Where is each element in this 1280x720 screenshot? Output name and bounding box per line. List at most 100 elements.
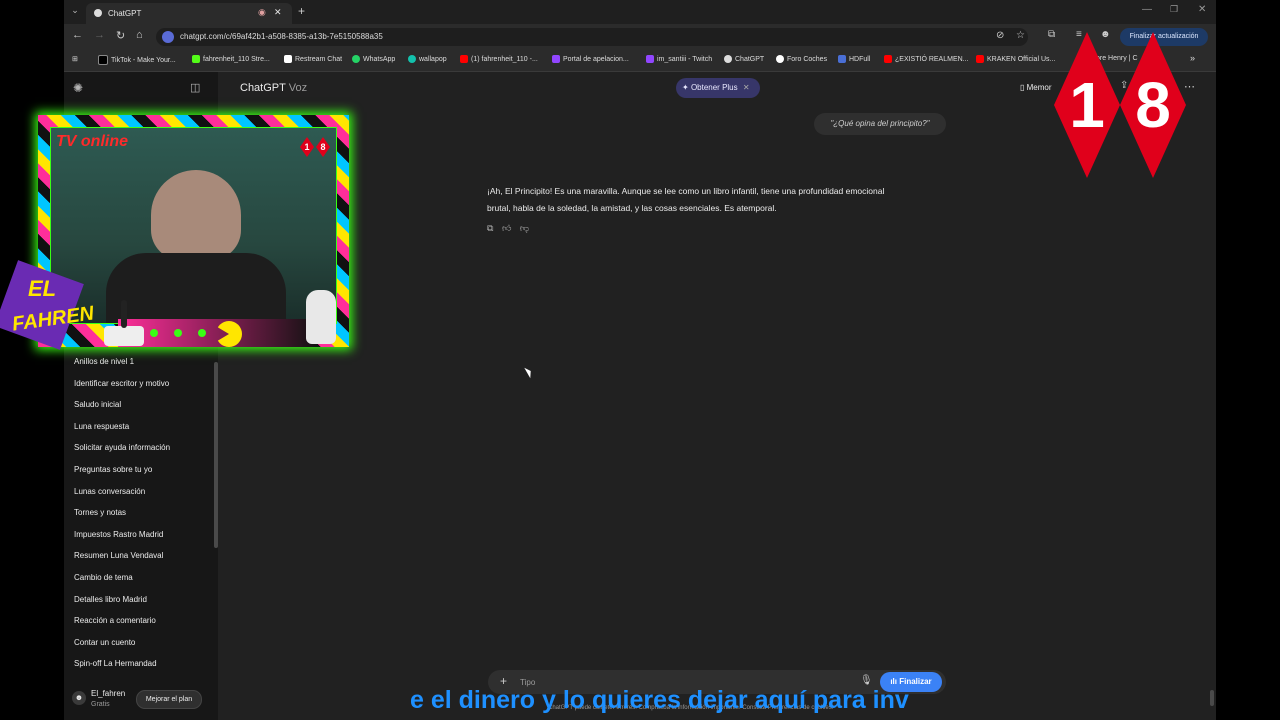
close-tab-icon[interactable]: ✕ — [274, 7, 282, 18]
sidebar-item[interactable]: Solicitar ayuda información — [74, 443, 170, 452]
model-title: ChatGPT — [240, 82, 286, 94]
bookmark-item[interactable]: HDFull — [838, 55, 870, 63]
eye-off-icon[interactable]: ⊘ — [996, 30, 1004, 41]
astronaut-icon — [306, 290, 336, 344]
pac-dot — [174, 329, 182, 337]
get-plus-label: Obtener Plus — [690, 83, 738, 92]
bookmark-item[interactable]: Portal de apelacion... — [552, 55, 629, 63]
user-message-bubble: "¿Qué opina del principito?" — [814, 113, 946, 135]
bookmark-item[interactable]: WhatsApp — [352, 55, 395, 63]
sparkle-icon: ✦ — [682, 83, 689, 92]
get-plus-button[interactable]: ✦ Obtener Plus ✕ — [676, 78, 760, 98]
reading-list-icon[interactable]: ≡ — [1076, 29, 1082, 40]
sidebar-item[interactable]: Identificar escritor y motivo — [74, 379, 169, 388]
extensions-icon[interactable]: ⧉ — [1048, 29, 1055, 40]
bookmark-item[interactable]: TikTok - Make Your... — [98, 55, 176, 65]
bookmark-star-icon[interactable]: ☆ — [1016, 30, 1025, 41]
bookmark-item[interactable]: (1) fahrenheit_110 -... — [460, 55, 538, 63]
toggle-sidebar-icon[interactable]: ◫ — [190, 81, 200, 94]
microphone-icon[interactable]: 🎙︎ — [860, 675, 873, 686]
chatgpt-icon — [724, 55, 732, 63]
joystick-base — [104, 326, 144, 346]
apps-grid-icon[interactable]: ⊞ — [72, 55, 78, 63]
memory-button[interactable]: ▯ Memor — [1020, 83, 1052, 92]
forward-icon[interactable]: → — [94, 29, 105, 41]
profile-icon[interactable]: ☻ — [1100, 29, 1111, 40]
restore-icon[interactable]: ❐ — [1170, 4, 1178, 15]
copy-icon[interactable]: ⧉ — [487, 223, 493, 233]
main-scrollbar[interactable] — [1210, 690, 1214, 706]
sidebar-item[interactable]: Anillos de nivel 1 — [74, 357, 134, 366]
pac-dot — [198, 329, 206, 337]
browser-tab-bar: ⌄ ChatGPT ◉ ✕ + — ❐ ✕ — [64, 0, 1216, 24]
bookmark-item[interactable]: wallapop — [408, 55, 447, 63]
update-button[interactable]: Finalizar actualización — [1120, 28, 1208, 46]
bookmark-item[interactable]: ¿EXISTIÓ REALMEN... — [884, 55, 969, 63]
assistant-message: ¡Ah, El Principito! Es una maravilla. Au… — [487, 183, 957, 217]
browser-toolbar: ← → ↻ ⌂ chatgpt.com/c/69af42b1-a508-8385… — [64, 24, 1216, 50]
bookmarks-bar: ⊞ TikTok - Make Your... fahrenheit_110 S… — [64, 50, 1216, 72]
bookmark-item[interactable]: Restream Chat — [284, 55, 342, 63]
voice-waves-icon: ılı — [890, 677, 897, 686]
back-icon[interactable]: ← — [72, 29, 83, 41]
bookmark-item[interactable]: fahrenheit_110 Stre... — [192, 55, 270, 63]
assistant-line: ¡Ah, El Principito! Es una maravilla. Au… — [487, 186, 885, 196]
recording-icon: ◉ — [258, 7, 266, 17]
browser-tab[interactable]: ChatGPT ◉ ✕ — [86, 3, 292, 24]
address-bar[interactable]: chatgpt.com/c/69af42b1-a508-8385-a13b-7e… — [156, 28, 1028, 46]
bookmark-item[interactable]: KRAKEN Official Us... — [976, 55, 1055, 63]
new-tab-icon[interactable]: + — [298, 4, 305, 18]
sidebar-item[interactable]: Contar un cuento — [74, 638, 135, 647]
more-bookmarks-icon[interactable]: » — [1190, 53, 1195, 63]
bookmark-item[interactable]: ChatGPT — [724, 55, 764, 63]
joystick-icon — [104, 300, 144, 350]
youtube-icon — [976, 55, 984, 63]
sidebar-item[interactable]: Saludo inicial — [74, 400, 121, 409]
whatsapp-icon — [352, 55, 360, 63]
el-fahren-logo: EL FAHREN — [0, 260, 100, 352]
avatar[interactable]: ☻ — [72, 691, 86, 705]
upgrade-plan-button[interactable]: Mejorar el plan — [136, 690, 202, 709]
reload-icon[interactable]: ↻ — [116, 29, 125, 42]
sidebar-item[interactable]: Detalles libro Madrid — [74, 595, 147, 604]
kick-icon — [192, 55, 200, 63]
minimize-icon[interactable]: — — [1142, 4, 1152, 15]
memory-label: Memor — [1026, 83, 1052, 92]
url-text: chatgpt.com/c/69af42b1-a508-8385-a13b-7e… — [180, 32, 383, 41]
model-selector[interactable]: ChatGPT Voz — [240, 82, 307, 94]
sidebar-item[interactable]: Resumen Luna Vendaval — [74, 551, 163, 560]
sidebar-item[interactable]: Luna respuesta — [74, 422, 129, 431]
end-voice-label: Finalizar — [899, 677, 932, 686]
sidebar-item[interactable]: Impuestos Rastro Madrid — [74, 530, 163, 539]
restream-icon — [284, 55, 292, 63]
site-info-icon[interactable] — [162, 31, 174, 43]
sidebar-item[interactable]: Lunas conversación — [74, 487, 145, 496]
youtube-icon — [460, 55, 468, 63]
thumbs-down-icon[interactable]: 👎︎ — [520, 223, 529, 233]
thumbs-up-icon[interactable]: 👍︎ — [502, 223, 511, 233]
sidebar-item[interactable]: Tornes y notas — [74, 508, 126, 517]
streamer-head — [151, 170, 241, 260]
more-options-icon[interactable]: ⋯ — [1184, 80, 1195, 93]
user-name[interactable]: El_fahren — [91, 689, 125, 698]
dismiss-plus-icon[interactable]: ✕ — [743, 83, 750, 92]
sidebar-item[interactable]: Cambio de tema — [74, 573, 133, 582]
assistant-line: brutal, habla de la soledad, la amistad,… — [487, 203, 777, 213]
sidebar-item[interactable]: Preguntas sobre tu yo — [74, 465, 152, 474]
pacman-icon — [216, 321, 242, 347]
bookmark-item[interactable]: ore Henry | C — [1096, 55, 1138, 62]
joystick-stick — [121, 300, 127, 328]
bookmark-item[interactable]: Foro Coches — [776, 55, 827, 63]
openai-logo-icon[interactable]: ✺ — [73, 81, 83, 95]
tab-search-icon[interactable]: ⌄ — [68, 5, 82, 19]
home-icon[interactable]: ⌂ — [136, 29, 143, 41]
sidebar-item[interactable]: Reacción a comentario — [74, 616, 156, 625]
twitch-icon — [646, 55, 654, 63]
mouse-cursor — [524, 365, 534, 379]
window-close-icon[interactable]: ✕ — [1198, 4, 1206, 15]
sidebar-item[interactable]: Spin-off La Hermandad — [74, 659, 157, 668]
bookmark-item[interactable]: im_santiii - Twitch — [646, 55, 712, 63]
forocoches-icon — [776, 55, 784, 63]
hdfull-icon — [838, 55, 846, 63]
user-plan: Gratis — [91, 701, 110, 708]
